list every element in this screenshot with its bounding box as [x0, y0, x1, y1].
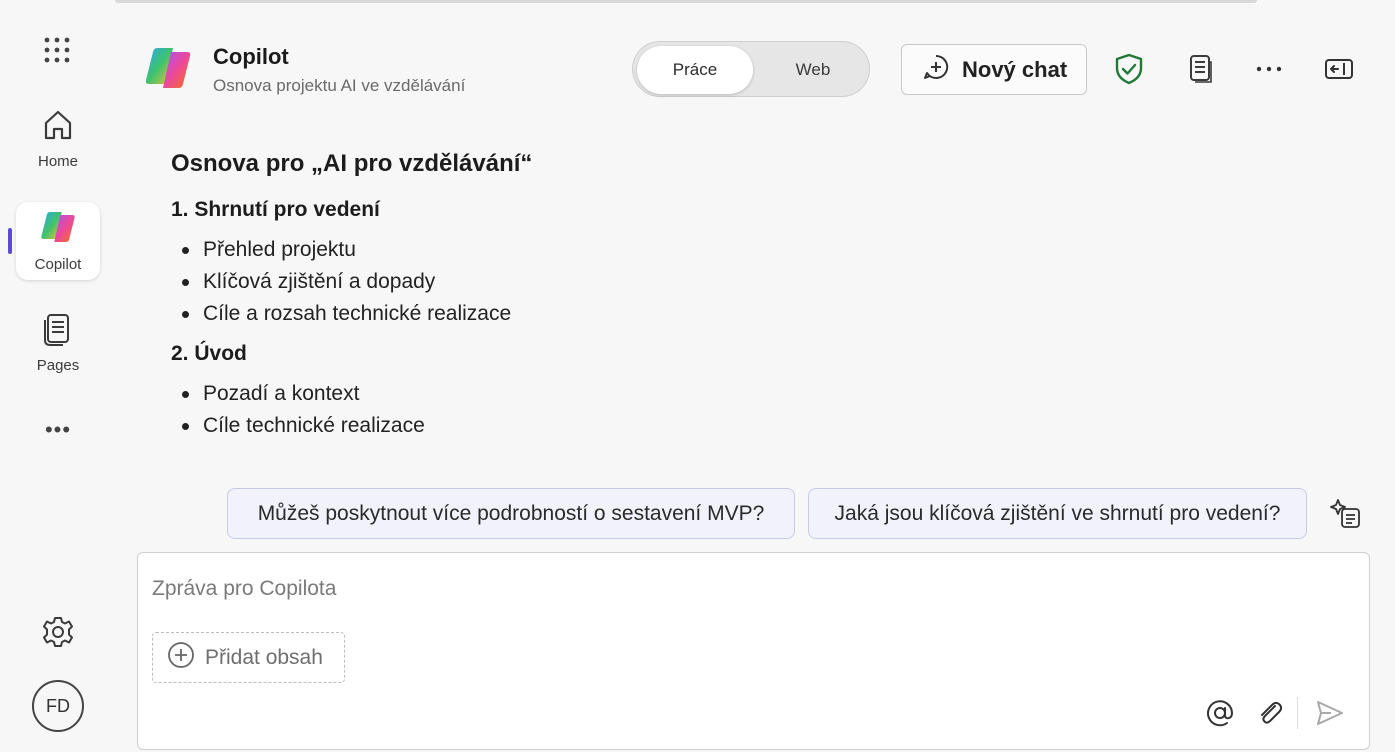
more-icon[interactable]: •••	[42, 417, 74, 442]
rail-item-label: Pages	[36, 357, 80, 374]
response-heading: Osnova pro „AI pro vzdělávání“	[171, 150, 533, 177]
toolbar-divider	[1297, 697, 1298, 729]
list-item: Klíčová zjištění a dopady	[171, 266, 1271, 298]
top-scroll-strip	[115, 0, 1257, 3]
attach-paperclip-icon[interactable]	[1254, 697, 1286, 729]
section-title: 2. Úvod	[171, 342, 247, 365]
avatar[interactable]: FD	[32, 680, 84, 732]
bullet-list: Přehled projektu Klíčová zjištění a dopa…	[171, 234, 1271, 330]
rail-item-copilot[interactable]: Copilot	[16, 202, 100, 280]
page-title: Copilot	[213, 44, 289, 69]
toggle-option-web[interactable]: Web	[759, 46, 867, 94]
add-content-button[interactable]: Přidat obsah	[152, 632, 345, 683]
bullet-list: Pozadí a kontext Cíle technické realizac…	[171, 378, 1271, 442]
toggle-option-work[interactable]: Práce	[637, 46, 753, 94]
new-chat-button[interactable]: Nový chat	[901, 44, 1087, 95]
rail-item-home[interactable]: Home	[16, 100, 100, 178]
copilot-logo-icon	[143, 44, 193, 92]
message-composer[interactable]: Zpráva pro Copilota Přidat obsah	[137, 552, 1370, 750]
page-subtitle: Osnova projektu AI ve vzdělávání	[213, 76, 466, 95]
rail-item-pages[interactable]: Pages	[16, 304, 100, 382]
section-title: 1. Shrnutí pro vedení	[171, 198, 380, 221]
rail-item-label: Home	[37, 153, 78, 170]
list-item: Přehled projektu	[171, 234, 1271, 266]
work-web-toggle[interactable]: Práce Web	[632, 41, 870, 97]
app-launcher-icon[interactable]	[43, 36, 71, 64]
rail-item-label: Copilot	[34, 256, 82, 273]
collapse-panel-icon[interactable]	[1322, 52, 1356, 86]
pages-icon	[43, 312, 73, 351]
suggestion-chip[interactable]: Můžeš poskytnout více podrobností o sest…	[227, 488, 795, 539]
list-item: Pozadí a kontext	[171, 378, 1271, 410]
list-item: Cíle a rozsah technické realizace	[171, 298, 1271, 330]
add-circle-icon	[167, 641, 195, 675]
document-list-icon[interactable]	[1183, 52, 1217, 86]
prompt-gallery-icon[interactable]	[1329, 496, 1363, 530]
add-content-label: Přidat obsah	[205, 645, 323, 669]
shield-check-icon[interactable]	[1112, 52, 1146, 86]
send-icon[interactable]	[1314, 697, 1346, 729]
settings-gear-icon[interactable]	[40, 614, 76, 650]
left-rail: Home Copilot Pages ••• FD	[0, 0, 115, 752]
copilot-logo-icon	[39, 209, 77, 250]
new-chat-label: Nový chat	[962, 56, 1068, 82]
home-icon	[41, 108, 75, 147]
message-input[interactable]: Zpráva pro Copilota	[152, 577, 336, 601]
more-options-icon[interactable]	[1252, 52, 1286, 86]
response-content: Osnova pro „AI pro vzdělávání“ 1. Shrnut…	[171, 150, 1271, 454]
active-indicator	[8, 228, 12, 254]
mention-icon[interactable]	[1204, 697, 1236, 729]
suggestion-chip[interactable]: Jaká jsou klíčová zjištění ve shrnutí pr…	[808, 488, 1307, 539]
add-circle-icon	[922, 53, 950, 87]
list-item: Cíle technické realizace	[171, 410, 1271, 442]
